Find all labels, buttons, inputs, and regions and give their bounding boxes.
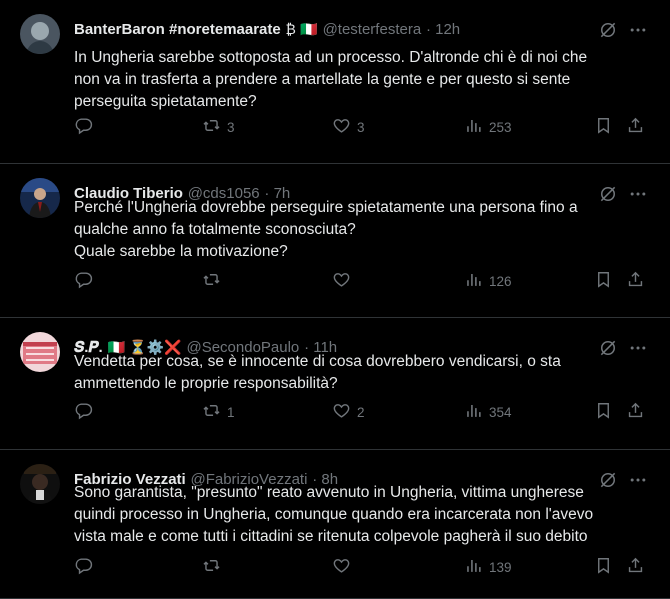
repost-button[interactable] [202, 556, 227, 578]
tweet-text: Perché l'Ungheria dovrebbe perseguire sp… [74, 199, 578, 260]
views-button[interactable]: 139 [464, 556, 512, 578]
bookmark-button[interactable] [594, 116, 613, 138]
repost-count: 3 [227, 119, 235, 135]
repost-count: 1 [227, 404, 235, 420]
reply-icon [74, 556, 93, 578]
repost-icon [202, 270, 221, 292]
reply-feed: BanterBaron #noretemaarate ₿ 🇮🇹 @testerf… [0, 0, 670, 599]
like-count: 2 [357, 404, 365, 420]
like-icon [332, 556, 351, 578]
tweet[interactable]: Claudio Tiberio @cds1056 · 7h Perché l'U… [0, 164, 670, 318]
grok-icon[interactable] [598, 20, 618, 40]
bookmark-icon [594, 401, 613, 423]
views-icon [464, 556, 483, 578]
share-icon [626, 556, 645, 578]
tweet[interactable]: BanterBaron #noretemaarate ₿ 🇮🇹 @testerf… [0, 0, 670, 164]
share-icon [626, 401, 645, 423]
bookmark-icon [594, 116, 613, 138]
bookmark-icon [594, 270, 613, 292]
tweet[interactable]: 𝑺.𝑷. 🇮🇹 ⏳⚙️❌ @SecondoPaulo · 11h Vendett… [0, 318, 670, 450]
share-button[interactable] [626, 556, 645, 578]
repost-button[interactable] [202, 270, 227, 292]
views-icon [464, 116, 483, 138]
share-button[interactable] [626, 270, 645, 292]
like-button[interactable] [332, 556, 357, 578]
share-icon [626, 270, 645, 292]
tweet-actions: 1 2 354 [74, 401, 646, 423]
like-icon [332, 401, 351, 423]
repost-icon [202, 116, 221, 138]
repost-icon [202, 556, 221, 578]
like-icon [332, 116, 351, 138]
view-count: 139 [489, 559, 512, 575]
bookmark-icon [594, 556, 613, 578]
views-icon [464, 270, 483, 292]
like-button[interactable]: 3 [332, 116, 365, 138]
tweet-text: Vendetta per cosa, se è innocente di cos… [74, 353, 561, 392]
user-handle[interactable]: @testerfestera [323, 21, 422, 38]
like-button[interactable]: 2 [332, 401, 365, 423]
share-button[interactable] [626, 401, 645, 423]
reply-button[interactable] [74, 116, 93, 138]
repost-icon [202, 401, 221, 423]
tweet[interactable]: Fabrizio Vezzati @FabrizioVezzati · 8h S… [0, 450, 670, 599]
views-icon [464, 401, 483, 423]
avatar[interactable] [20, 332, 60, 372]
reply-icon [74, 401, 93, 423]
tweet-text: In Ungheria sarebbe sottoposta ad un pro… [74, 49, 588, 110]
tweet-actions: 126 [74, 270, 646, 292]
timestamp[interactable]: · 12h [426, 21, 460, 38]
avatar[interactable] [20, 464, 60, 504]
tweet-actions: 139 [74, 556, 646, 578]
views-button[interactable]: 126 [464, 270, 512, 292]
repost-button[interactable]: 1 [202, 401, 235, 423]
reply-button[interactable] [74, 401, 93, 423]
view-count: 253 [489, 119, 512, 135]
bookmark-button[interactable] [594, 556, 613, 578]
more-icon[interactable] [628, 20, 648, 40]
like-count: 3 [357, 119, 365, 135]
views-button[interactable]: 354 [464, 401, 512, 423]
display-name[interactable]: BanterBaron #noretemaarate [74, 21, 281, 38]
view-count: 354 [489, 404, 512, 420]
share-button[interactable] [626, 116, 645, 138]
repost-button[interactable]: 3 [202, 116, 235, 138]
reply-button[interactable] [74, 270, 93, 292]
like-icon [332, 270, 351, 292]
avatar[interactable] [20, 178, 60, 218]
view-count: 126 [489, 273, 512, 289]
views-button[interactable]: 253 [464, 116, 512, 138]
bookmark-button[interactable] [594, 270, 613, 292]
reply-button[interactable] [74, 556, 93, 578]
avatar[interactable] [20, 14, 60, 54]
tweet-actions: 3 3 253 [74, 116, 646, 138]
reply-icon [74, 116, 93, 138]
name-badges: ₿ 🇮🇹 [285, 22, 318, 38]
share-icon [626, 116, 645, 138]
tweet-header: BanterBaron #noretemaarate ₿ 🇮🇹 @testerf… [74, 18, 580, 40]
bookmark-button[interactable] [594, 401, 613, 423]
tweet-text: Sono garantista, "presunto" reato avvenu… [74, 484, 594, 545]
reply-icon [74, 270, 93, 292]
like-button[interactable] [332, 270, 357, 292]
tweet-top-actions [598, 20, 648, 40]
